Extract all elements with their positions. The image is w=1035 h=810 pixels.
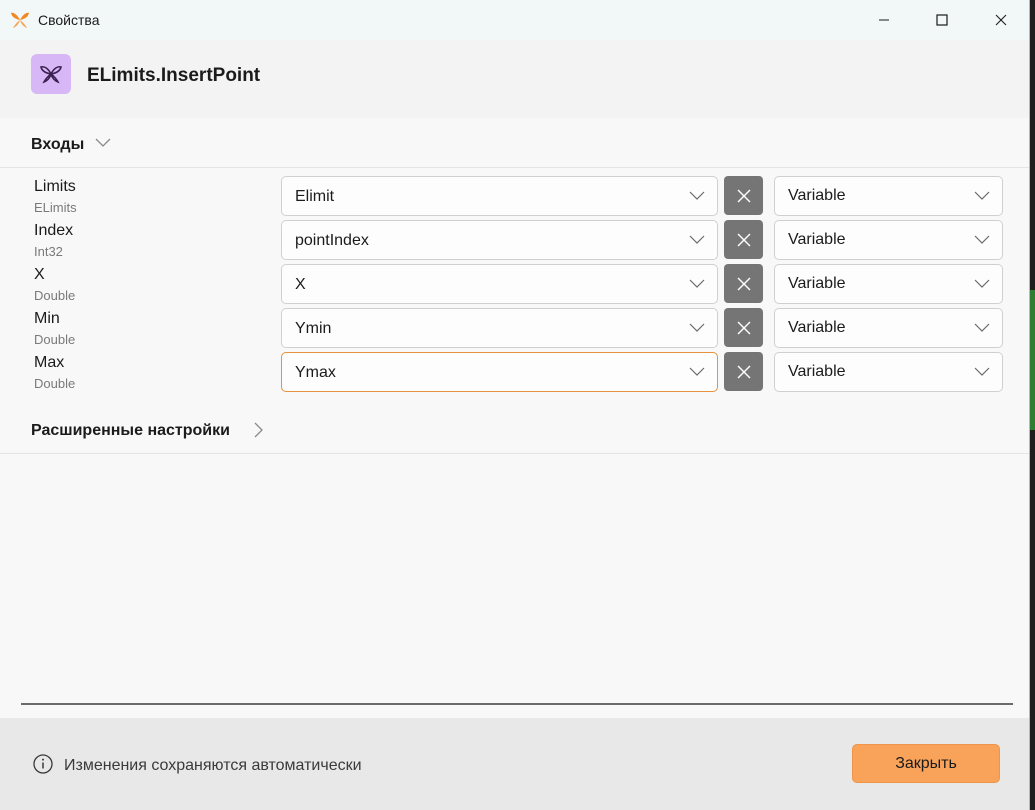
background-edge-accent [1030, 290, 1035, 430]
chevron-down-icon [974, 323, 990, 332]
footer-bar: Изменения сохраняются автоматически Закр… [0, 718, 1029, 810]
chevron-down-icon [974, 235, 990, 244]
chevron-down-icon [974, 191, 990, 200]
scrollbar-horizontal[interactable] [21, 703, 1013, 705]
clear-button-x[interactable] [724, 264, 763, 303]
close-icon [737, 365, 750, 378]
combo-value: Variable [788, 319, 846, 336]
inputs-section-header[interactable]: Входы [0, 118, 1029, 168]
param-name: Limits [34, 178, 76, 195]
param-max: Max Double [34, 354, 75, 392]
advanced-section-title: Расширенные настройки [31, 422, 230, 439]
param-name: Index [34, 222, 74, 239]
close-button[interactable]: Закрыть [852, 744, 1000, 783]
clear-button-index[interactable] [724, 220, 763, 259]
value-combo-max[interactable]: Ymax [281, 352, 718, 392]
param-limits: Limits ELimits [34, 178, 77, 216]
param-min: Min Double [34, 310, 75, 348]
clear-button-limits[interactable] [724, 176, 763, 215]
minimize-button[interactable] [861, 0, 907, 40]
chevron-down-icon [689, 235, 705, 244]
close-window-button[interactable] [978, 0, 1024, 40]
param-x: X Double [34, 266, 75, 304]
value-combo-x[interactable]: X [281, 264, 718, 304]
param-type: Double [34, 288, 76, 303]
mode-combo-index[interactable]: Variable [774, 220, 1003, 260]
param-name: X [34, 266, 45, 283]
maximize-icon [936, 14, 948, 26]
activity-header: ELimits.InsertPoint [0, 40, 1029, 118]
title-bar[interactable]: Свойства [0, 0, 1029, 40]
combo-value: Variable [788, 187, 846, 204]
info-icon [33, 754, 53, 774]
combo-value: Ymax [295, 364, 336, 381]
param-type: ELimits [34, 200, 77, 215]
window-title: Свойства [38, 12, 100, 28]
combo-value: X [295, 276, 306, 293]
combo-value: Variable [788, 363, 846, 380]
chevron-right-icon [254, 422, 263, 438]
clear-button-max[interactable] [724, 352, 763, 391]
value-combo-min[interactable]: Ymin [281, 308, 718, 348]
chevron-down-icon [95, 138, 111, 147]
mode-combo-x[interactable]: Variable [774, 264, 1003, 304]
value-combo-limits[interactable]: Elimit [281, 176, 718, 216]
combo-value: Ymin [295, 320, 332, 337]
minimize-icon [879, 19, 889, 21]
app-logo-icon [11, 12, 29, 28]
param-name: Max [34, 354, 65, 371]
close-icon [737, 189, 750, 202]
chevron-down-icon [689, 191, 705, 200]
chevron-down-icon [689, 367, 705, 376]
close-icon [995, 14, 1007, 26]
mode-combo-max[interactable]: Variable [774, 352, 1003, 392]
close-icon [737, 321, 750, 334]
inputs-section-title: Входы [31, 136, 85, 153]
param-index: Index Int32 [34, 222, 73, 260]
properties-window: Свойства ELimits.InsertPoint Входы Limit… [0, 0, 1030, 810]
param-type: Double [34, 332, 76, 347]
combo-value: Variable [788, 231, 846, 248]
activity-title: ELimits.InsertPoint [87, 65, 261, 86]
autosave-info-text: Изменения сохраняются автоматически [64, 757, 362, 774]
mode-combo-limits[interactable]: Variable [774, 176, 1003, 216]
chevron-down-icon [689, 323, 705, 332]
mode-combo-min[interactable]: Variable [774, 308, 1003, 348]
chevron-down-icon [974, 367, 990, 376]
value-combo-index[interactable]: pointIndex [281, 220, 718, 260]
combo-value: Elimit [295, 188, 335, 205]
param-type: Double [34, 376, 76, 391]
butterfly-icon [31, 54, 71, 94]
clear-button-min[interactable] [724, 308, 763, 347]
close-icon [737, 233, 750, 246]
close-icon [737, 277, 750, 290]
combo-value: Variable [788, 275, 846, 292]
maximize-button[interactable] [919, 0, 965, 40]
chevron-down-icon [689, 279, 705, 288]
advanced-section-header[interactable]: Расширенные настройки [0, 404, 1029, 454]
combo-value: pointIndex [295, 232, 369, 249]
chevron-down-icon [974, 279, 990, 288]
param-type: Int32 [34, 244, 63, 259]
param-name: Min [34, 310, 60, 327]
